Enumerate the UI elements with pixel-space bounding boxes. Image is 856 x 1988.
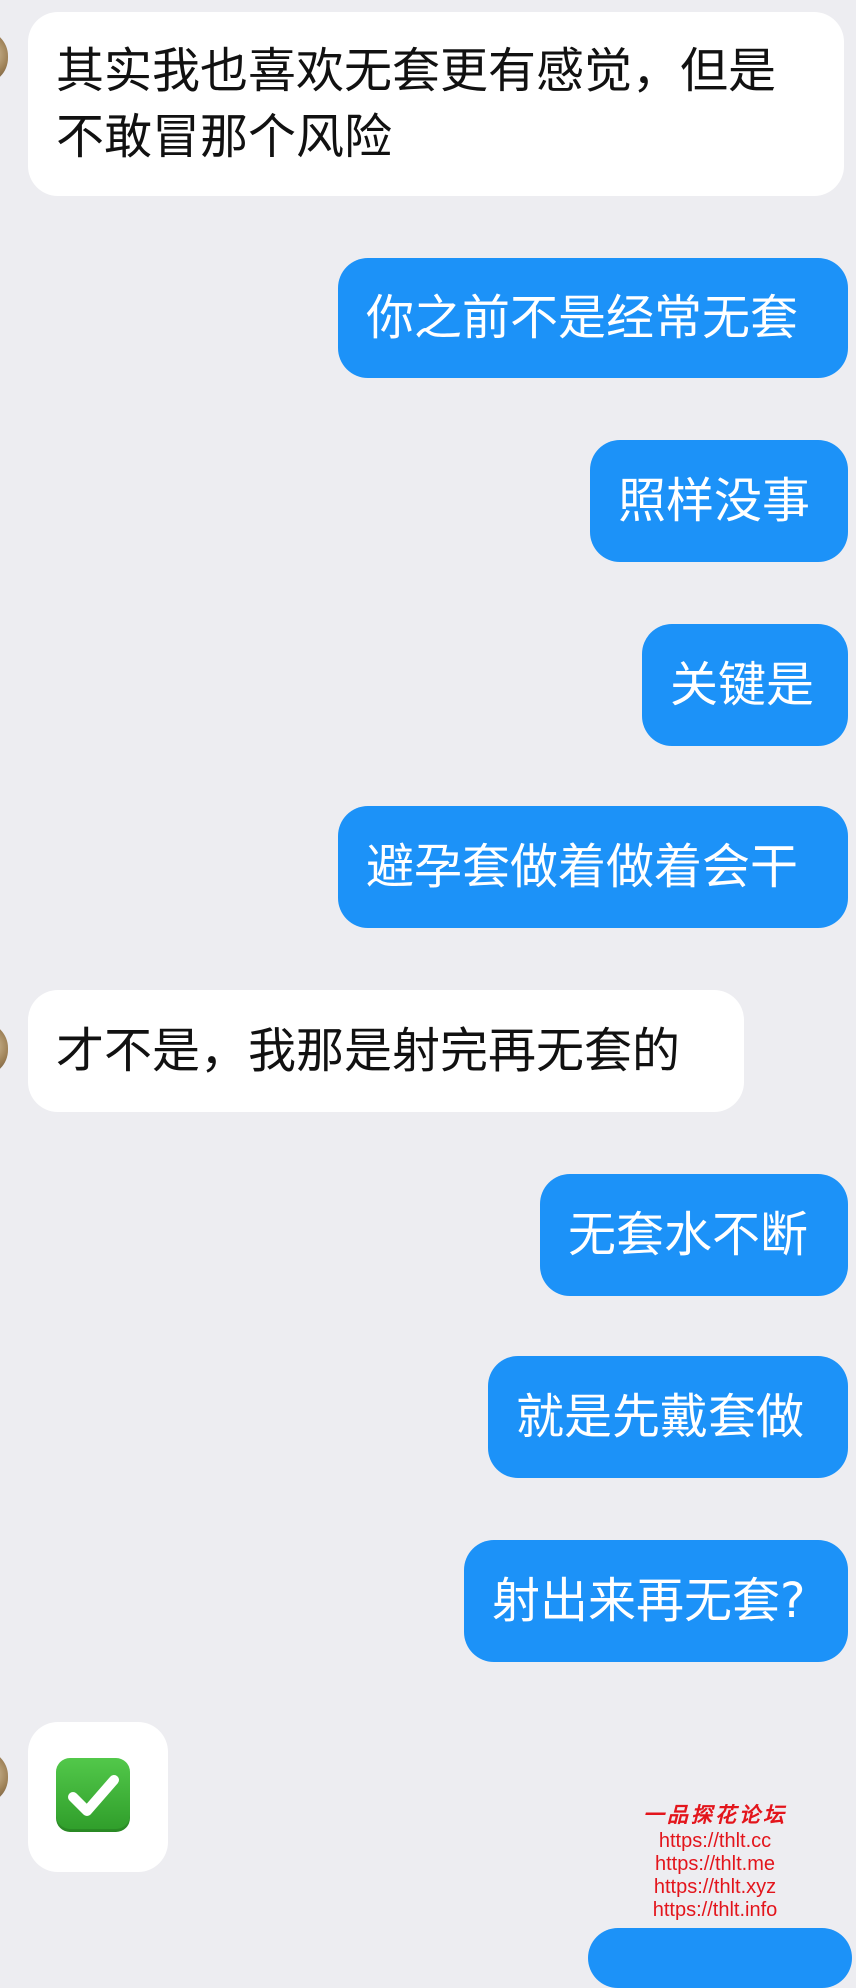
message-text: 其实我也喜欢无套更有感觉，但是 不敢冒那个风险 xyxy=(56,43,777,165)
watermark-url: https://thlt.info xyxy=(652,1899,778,1921)
incoming-message[interactable]: 才不是，我那是射完再无套的 xyxy=(28,990,744,1112)
contact-avatar[interactable] xyxy=(0,1750,8,1804)
message-text: 无套水不断 xyxy=(568,1207,809,1263)
message-text: 你之前不是经常无套 xyxy=(366,290,799,346)
incoming-message[interactable] xyxy=(28,1722,168,1872)
watermark-url: https://thlt.xyz xyxy=(653,1876,777,1898)
message-text: 就是先戴套做 xyxy=(516,1389,805,1445)
contact-avatar[interactable] xyxy=(0,1022,8,1076)
outgoing-message[interactable]: 关键是 xyxy=(642,624,848,746)
message-text: 避孕套做着做着会干 xyxy=(366,839,799,895)
contact-avatar[interactable] xyxy=(0,30,8,84)
message-text: 射出来再无套? xyxy=(492,1573,806,1629)
outgoing-message[interactable]: 照样没事 xyxy=(590,440,848,562)
outgoing-message[interactable]: 无套水不断 xyxy=(540,1174,848,1296)
outgoing-message[interactable]: 射出来再无套? xyxy=(464,1540,848,1662)
message-text: 关键是 xyxy=(670,657,815,713)
message-text: 照样没事 xyxy=(618,473,811,529)
outgoing-message[interactable]: 避孕套做着做着会干 xyxy=(338,806,848,928)
watermark-url: https://thlt.me xyxy=(654,1853,776,1875)
watermark-title: 一品探花论坛 xyxy=(643,1803,787,1827)
watermark-url: https://thlt.cc xyxy=(658,1830,772,1852)
message-text: 才不是，我那是射完再无套的 xyxy=(56,1023,681,1079)
outgoing-message[interactable]: 就是先戴套做 xyxy=(488,1356,848,1478)
outgoing-message-partial[interactable] xyxy=(588,1928,852,1988)
chat-thread[interactable]: 其实我也喜欢无套更有感觉，但是 不敢冒那个风险 你之前不是经常无套 照样没事 关… xyxy=(0,0,856,1988)
incoming-message[interactable]: 其实我也喜欢无套更有感觉，但是 不敢冒那个风险 xyxy=(28,12,844,196)
outgoing-message[interactable]: 你之前不是经常无套 xyxy=(338,258,848,378)
check-mark-button-icon xyxy=(56,1758,130,1832)
forum-watermark: 一品探花论坛 https://thlt.cc https://thlt.me h… xyxy=(620,1800,810,1922)
